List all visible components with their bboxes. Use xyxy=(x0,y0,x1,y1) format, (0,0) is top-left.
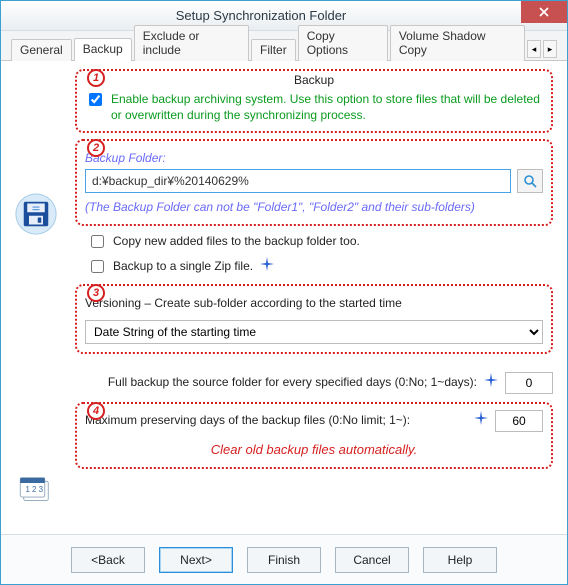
magnifier-icon xyxy=(523,174,537,188)
max-preserve-days-input[interactable] xyxy=(495,410,543,432)
tab-copy-options[interactable]: Copy Options xyxy=(298,25,388,61)
full-backup-label: Full backup the source folder for every … xyxy=(75,375,477,391)
sparkle-icon xyxy=(259,257,275,276)
max-preserve-row: Maximum preserving days of the backup fi… xyxy=(85,410,543,432)
disk-illustration xyxy=(15,193,57,238)
tab-exclude-include[interactable]: Exclude or include xyxy=(134,25,249,61)
versioning-select-row: Date String of the starting time xyxy=(85,320,543,344)
close-button[interactable] xyxy=(521,1,567,23)
tab-backup[interactable]: Backup xyxy=(74,38,132,61)
sparkle-icon xyxy=(483,373,499,392)
backup-zip-label: Backup to a single Zip file. xyxy=(113,259,253,273)
annotation-num-1: 1 xyxy=(87,69,105,87)
back-button[interactable]: <Back xyxy=(71,547,145,573)
section-title-backup: Backup xyxy=(85,73,543,87)
enable-backup-row[interactable]: Enable backup archiving system. Use this… xyxy=(85,91,543,123)
backup-folder-path-row xyxy=(85,169,543,193)
annotation-num-4: 4 xyxy=(87,402,105,420)
tab-scroll-right[interactable]: ▸ xyxy=(543,40,557,58)
max-preserve-label: Maximum preserving days of the backup fi… xyxy=(85,413,467,429)
backup-zip-row[interactable]: Backup to a single Zip file. xyxy=(87,257,553,276)
tab-content: 1 2 3 1 Backup Enable backup archiving s… xyxy=(1,61,567,534)
enable-backup-checkbox[interactable] xyxy=(89,93,102,106)
svg-text:1 2 3: 1 2 3 xyxy=(26,485,44,494)
calendar-illustration: 1 2 3 xyxy=(15,469,57,514)
calendar-stack-icon: 1 2 3 xyxy=(15,469,57,511)
finish-button[interactable]: Finish xyxy=(247,547,321,573)
next-button[interactable]: Next> xyxy=(159,547,233,573)
section-versioning: 3 Versioning – Create sub-folder accordi… xyxy=(75,284,553,354)
tab-strip: General Backup Exclude or include Filter… xyxy=(1,31,567,61)
versioning-title: Versioning – Create sub-folder according… xyxy=(85,296,543,310)
floppy-icon xyxy=(15,193,57,235)
section-max-preserve: 4 Maximum preserving days of the backup … xyxy=(75,402,553,469)
window-title: Setup Synchronization Folder xyxy=(1,8,521,23)
dialog-footer: <Back Next> Finish Cancel Help xyxy=(1,534,567,584)
copy-new-files-checkbox[interactable] xyxy=(91,235,104,248)
annotation-num-3: 3 xyxy=(87,284,105,302)
enable-backup-label: Enable backup archiving system. Use this… xyxy=(111,91,543,123)
tab-scroll-left[interactable]: ◂ xyxy=(527,40,541,58)
tab-scroll-group: ◂ ▸ xyxy=(527,40,557,60)
help-button[interactable]: Help xyxy=(423,547,497,573)
tab-volume-shadow-copy[interactable]: Volume Shadow Copy xyxy=(390,25,525,61)
full-backup-row: Full backup the source folder for every … xyxy=(75,372,553,394)
copy-new-files-row[interactable]: Copy new added files to the backup folde… xyxy=(87,232,553,251)
sparkle-icon xyxy=(473,411,489,430)
versioning-select[interactable]: Date String of the starting time xyxy=(85,320,543,344)
close-icon xyxy=(539,7,549,17)
section-enable-backup: 1 Backup Enable backup archiving system.… xyxy=(75,69,553,133)
dialog-window: Setup Synchronization Folder General Bac… xyxy=(0,0,568,585)
backup-folder-input[interactable] xyxy=(85,169,511,193)
backup-folder-hint: (The Backup Folder can not be "Folder1",… xyxy=(85,199,543,215)
browse-folder-button[interactable] xyxy=(517,169,543,193)
cancel-button[interactable]: Cancel xyxy=(335,547,409,573)
backup-zip-checkbox[interactable] xyxy=(91,260,104,273)
backup-folder-header: Backup Folder: xyxy=(85,151,543,165)
full-backup-days-input[interactable] xyxy=(505,372,553,394)
clear-old-note: Clear old backup files automatically. xyxy=(85,442,543,457)
section-backup-folder: 2 Backup Folder: (The Backup Folder can … xyxy=(75,139,553,225)
copy-new-files-label: Copy new added files to the backup folde… xyxy=(113,234,360,248)
tab-general[interactable]: General xyxy=(11,39,72,61)
tab-filter[interactable]: Filter xyxy=(251,39,296,61)
